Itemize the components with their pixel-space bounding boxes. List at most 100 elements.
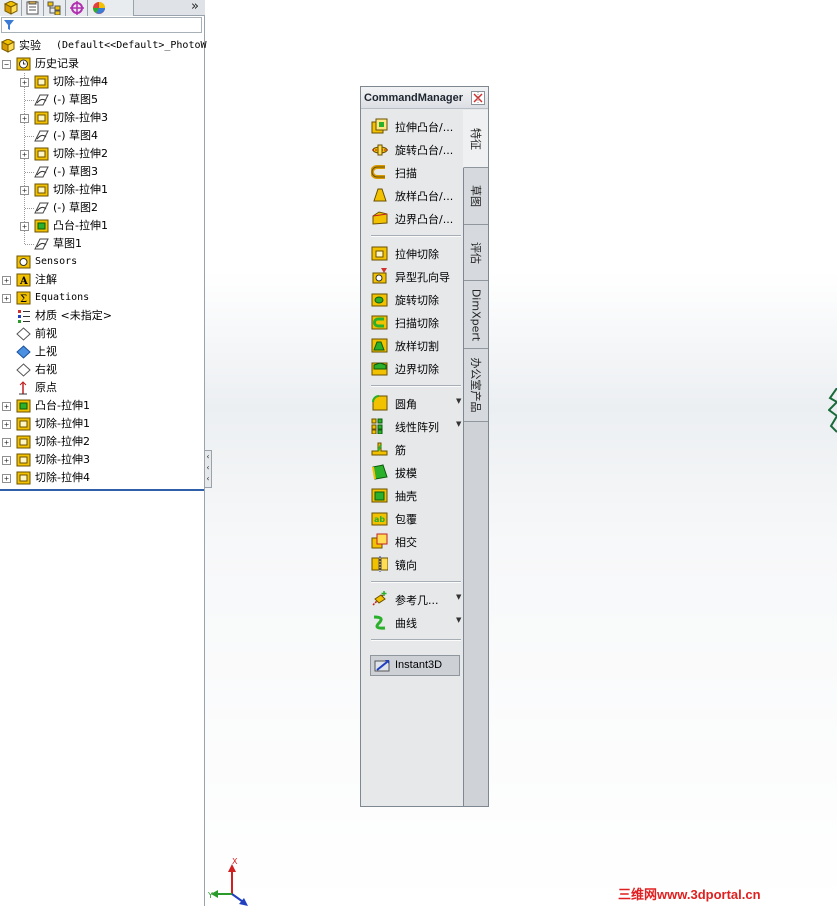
tree-node-top-plane[interactable]: 上视 [16, 343, 205, 361]
cmd-boundary-boss[interactable]: 边界凸台/... [371, 208, 463, 228]
cmd-reference-geometry[interactable]: 参考几... ▼ [371, 589, 463, 609]
cmd-wrap[interactable]: ab 包覆 [371, 508, 463, 528]
node-label: 上视 [35, 345, 57, 358]
history-item-expander[interactable]: + [20, 222, 29, 231]
cmd-linear-pattern[interactable]: 线性阵列 ▼ [371, 416, 463, 436]
feature-expander[interactable]: + [2, 402, 11, 411]
feature-filter-input[interactable] [1, 17, 202, 33]
command-label: 旋转切除 [395, 294, 439, 307]
tree-node-history-item[interactable]: 切除-拉伸2 [34, 145, 205, 163]
history-item-expander[interactable]: + [20, 78, 29, 87]
panel-splitter[interactable]: ‹ ‹ ‹ [204, 450, 212, 488]
command-tab-label: 草图 [469, 185, 482, 207]
history-collapse-toggle[interactable]: − [2, 60, 11, 69]
configuration-manager-tab[interactable] [44, 0, 66, 16]
cmd-sweep-cut[interactable]: 扫描切除 [371, 312, 463, 332]
command-tab[interactable]: 特征 [463, 110, 488, 168]
tree-node-history-item[interactable]: 切除-拉伸3 [34, 109, 205, 127]
tree-node-equations[interactable]: Σ Equations [16, 289, 205, 307]
tree-node-history-item[interactable]: (-) 草图2 [34, 199, 205, 217]
history-item-expander[interactable]: + [20, 186, 29, 195]
command-manager-titlebar[interactable]: CommandManager [361, 87, 488, 109]
tree-node-history[interactable]: 历史记录 [16, 55, 205, 73]
feature-tree-tab[interactable] [0, 0, 22, 16]
chevron-down-icon[interactable]: ▼ [456, 397, 461, 405]
cmd-fillet[interactable]: 圆角 ▼ [371, 393, 463, 413]
tree-node-history-item[interactable]: 切除-拉伸4 [34, 73, 205, 91]
cmd-draft[interactable]: 拔模 [371, 462, 463, 482]
sketch-icon [34, 94, 49, 106]
tree-node-front-plane[interactable]: 前视 [16, 325, 205, 343]
command-tab[interactable]: 草图 [464, 168, 488, 225]
cmd-curves[interactable]: 曲线 ▼ [371, 612, 463, 632]
tree-node-feature[interactable]: 切除-拉伸3 [16, 451, 205, 469]
tree-node-history-item[interactable]: (-) 草图5 [34, 91, 205, 109]
plane-icon [16, 327, 31, 341]
tree-node-history-item[interactable]: 凸台-拉伸1 [34, 217, 205, 235]
cmd-intersect[interactable]: 相交 [371, 531, 463, 551]
tree-node-feature[interactable]: 切除-拉伸4 [16, 469, 205, 487]
history-icon [16, 57, 31, 71]
cmd-extrude-boss[interactable]: 拉伸凸台/... [371, 116, 463, 136]
cmd-shell[interactable]: 抽壳 [371, 485, 463, 505]
tree-expander[interactable]: + [2, 276, 11, 285]
cmd-rib[interactable]: 筋 [371, 439, 463, 459]
tree-expander[interactable]: + [2, 294, 11, 303]
tree-node-material[interactable]: 材质 <未指定> [16, 307, 205, 325]
tree-node-sensors[interactable]: Sensors [16, 253, 205, 271]
more-tabs-button[interactable]: » [191, 0, 199, 14]
command-tab[interactable]: 办公室产品 [464, 349, 488, 422]
history-item-expander[interactable]: + [20, 114, 29, 123]
rollback-bar[interactable] [0, 489, 204, 491]
command-tab[interactable]: DimXpert [464, 281, 488, 349]
display-manager-tab[interactable] [88, 0, 134, 16]
feature-expander[interactable]: + [2, 438, 11, 447]
instant3d-button[interactable]: Instant3D [370, 655, 460, 676]
tree-node-history-item[interactable]: (-) 草图4 [34, 127, 205, 145]
feature-expander[interactable]: + [2, 420, 11, 429]
command-label: 筋 [395, 444, 406, 457]
command-tab-label: 办公室产品 [469, 357, 482, 413]
cmd-loft-cut[interactable]: 放样切割 [371, 335, 463, 355]
cmd-loft[interactable]: 放样凸台/... [371, 185, 463, 205]
tree-node-feature[interactable]: 凸台-拉伸1 [16, 397, 205, 415]
node-label: Equations [35, 292, 90, 303]
dimxpert-manager-tab[interactable] [66, 0, 88, 16]
sweep-cut-icon [371, 315, 388, 330]
tree-node-right-plane[interactable]: 右视 [16, 361, 205, 379]
tree-node-feature[interactable]: 切除-拉伸2 [16, 433, 205, 451]
property-manager-tab[interactable] [22, 0, 44, 16]
command-tab[interactable]: 评估 [464, 225, 488, 281]
chevron-down-icon[interactable]: ▼ [456, 616, 461, 624]
close-icon[interactable] [471, 91, 485, 105]
cut-extrude-icon [34, 147, 49, 161]
cmd-extrude-cut[interactable]: 拉伸切除 [371, 243, 463, 263]
history-item-expander[interactable]: + [20, 150, 29, 159]
command-label: 参考几... [395, 594, 439, 607]
node-label: 切除-拉伸3 [53, 111, 108, 124]
feature-expander[interactable]: + [2, 474, 11, 483]
tree-node-feature[interactable]: 切除-拉伸1 [16, 415, 205, 433]
equations-icon: Σ [16, 291, 31, 305]
cmd-sweep[interactable]: 扫描 [371, 162, 463, 182]
sketch-icon [34, 166, 49, 178]
sketch-icon [34, 202, 49, 214]
feature-expander[interactable]: + [2, 456, 11, 465]
tree-node-history-item[interactable]: 切除-拉伸1 [34, 181, 205, 199]
cmd-revolve-boss[interactable]: 旋转凸台/... [371, 139, 463, 159]
tree-node-origin[interactable]: 原点 [16, 379, 205, 397]
cmd-revolve-cut[interactable]: 旋转切除 [371, 289, 463, 309]
linear-pattern-icon [371, 418, 383, 434]
cut-extrude-icon [16, 453, 31, 467]
tree-node-history-item[interactable]: (-) 草图3 [34, 163, 205, 181]
cmd-mirror[interactable]: 镜向 [371, 554, 463, 574]
tree-node-history-item[interactable]: 草图1 [34, 235, 205, 253]
instant3d-icon [374, 660, 390, 672]
cmd-boundary-cut[interactable]: 边界切除 [371, 358, 463, 378]
tree-node-annotations[interactable]: A 注解 [16, 271, 205, 289]
node-label: (-) 草图4 [53, 129, 99, 142]
chevron-down-icon[interactable]: ▼ [456, 420, 461, 428]
command-label: 放样切割 [395, 340, 439, 353]
cmd-hole-wizard[interactable]: 异型孔向导 [371, 266, 463, 286]
chevron-down-icon[interactable]: ▼ [456, 593, 461, 601]
